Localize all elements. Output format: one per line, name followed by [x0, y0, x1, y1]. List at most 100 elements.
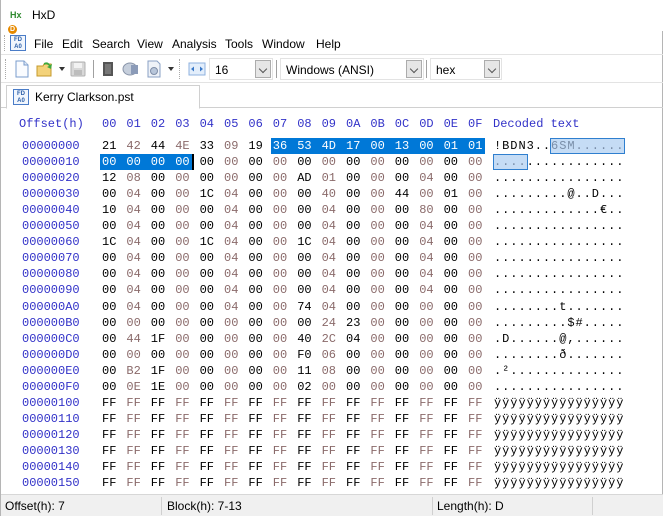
hex-byte[interactable]: 00	[248, 282, 262, 298]
hex-byte[interactable]: 00	[444, 234, 458, 250]
hex-byte[interactable]: FF	[468, 475, 482, 491]
decoded-char[interactable]: .	[584, 282, 591, 298]
decoded-char[interactable]: .	[584, 234, 591, 250]
decoded-char[interactable]: .	[584, 379, 591, 395]
decoded-char[interactable]: .	[551, 202, 558, 218]
hex-byte[interactable]: 44	[395, 186, 409, 202]
hex-byte[interactable]: 1C	[200, 234, 214, 250]
disk-image-icon[interactable]	[145, 60, 163, 78]
hex-byte[interactable]: 04	[419, 266, 433, 282]
decoded-char[interactable]: .	[551, 379, 558, 395]
hex-byte[interactable]: 00	[273, 363, 287, 379]
hex-editor-view[interactable]: Offset(h) Decoded text 00 01 02 03 04 05 06 07 0…	[2, 109, 662, 493]
decoded-char[interactable]: .	[543, 218, 550, 234]
hex-byte[interactable]: 00	[273, 234, 287, 250]
hex-byte[interactable]: 1C	[297, 234, 311, 250]
hex-byte[interactable]: FF	[200, 411, 214, 427]
hex-byte[interactable]: 00	[248, 347, 262, 363]
decoded-char[interactable]: ²	[502, 363, 509, 379]
hex-byte[interactable]: 01	[468, 138, 482, 154]
decoded-char[interactable]: .	[535, 170, 542, 186]
hex-byte[interactable]: 00	[346, 170, 360, 186]
hex-byte[interactable]: 00	[200, 299, 214, 315]
ram-icon[interactable]	[99, 60, 117, 78]
hex-byte[interactable]: 01	[444, 138, 458, 154]
decoded-char[interactable]: .	[559, 379, 566, 395]
hex-byte[interactable]: FF	[224, 443, 238, 459]
decoded-char[interactable]: .	[502, 379, 509, 395]
decoded-char[interactable]: .	[527, 315, 534, 331]
hex-byte[interactable]: 00	[102, 266, 116, 282]
decoded-char[interactable]: ÿ	[616, 427, 623, 443]
hex-byte[interactable]: 00	[322, 154, 336, 170]
decoded-char[interactable]: .	[543, 202, 550, 218]
hex-byte[interactable]: FF	[468, 427, 482, 443]
decoded-char[interactable]: .	[567, 218, 574, 234]
hex-byte[interactable]: 04	[224, 282, 238, 298]
decoded-char[interactable]: .	[551, 363, 558, 379]
decoded-char[interactable]: .	[600, 218, 607, 234]
hex-byte[interactable]: 00	[297, 315, 311, 331]
decoded-char[interactable]: .	[584, 299, 591, 315]
hex-byte[interactable]: 00	[370, 299, 384, 315]
decoded-char[interactable]: ÿ	[616, 475, 623, 491]
hex-byte[interactable]: 4D	[322, 138, 336, 154]
hex-byte[interactable]: FF	[419, 395, 433, 411]
hex-byte[interactable]: FF	[273, 475, 287, 491]
hex-byte[interactable]: 04	[224, 202, 238, 218]
hex-byte[interactable]: 00	[224, 379, 238, 395]
decoded-char[interactable]: .	[535, 379, 542, 395]
decoded-char[interactable]: .	[535, 282, 542, 298]
hex-byte[interactable]: FF	[468, 443, 482, 459]
hex-byte[interactable]: 80	[419, 202, 433, 218]
decoded-char[interactable]: .	[584, 138, 591, 154]
decoded-char[interactable]: .	[510, 315, 517, 331]
hex-byte[interactable]: 00	[468, 234, 482, 250]
hex-byte[interactable]: 04	[419, 282, 433, 298]
hex-byte[interactable]: 00	[200, 250, 214, 266]
hex-byte[interactable]: 00	[468, 186, 482, 202]
hex-byte[interactable]: 00	[102, 315, 116, 331]
charset-select[interactable]: Windows (ANSI)	[280, 58, 424, 80]
hex-byte[interactable]: FF	[248, 411, 262, 427]
decoded-char[interactable]: ÿ	[592, 459, 599, 475]
hex-byte[interactable]: 00	[248, 266, 262, 282]
hex-byte[interactable]: 04	[322, 299, 336, 315]
decoded-char[interactable]: .	[592, 154, 599, 170]
hex-byte[interactable]: FF	[102, 475, 116, 491]
decoded-char[interactable]: .	[543, 363, 550, 379]
hex-byte[interactable]: 00	[224, 347, 238, 363]
hex-byte[interactable]: FF	[370, 443, 384, 459]
decoded-char[interactable]: ÿ	[527, 475, 534, 491]
hex-byte[interactable]: 00	[273, 315, 287, 331]
decoded-char[interactable]: ÿ	[584, 459, 591, 475]
hex-byte[interactable]: FF	[151, 459, 165, 475]
decoded-char[interactable]: ÿ	[527, 411, 534, 427]
hex-byte[interactable]: 00	[200, 315, 214, 331]
hex-byte[interactable]: 00	[151, 202, 165, 218]
decoded-char[interactable]: ÿ	[584, 475, 591, 491]
decoded-char[interactable]: .	[502, 347, 509, 363]
hex-byte[interactable]: 00	[370, 218, 384, 234]
decoded-char[interactable]: ÿ	[559, 411, 566, 427]
decoded-char[interactable]: .	[494, 266, 501, 282]
decoded-char[interactable]: .	[608, 218, 615, 234]
decoded-char[interactable]: .	[592, 299, 599, 315]
decoded-char[interactable]: .	[584, 347, 591, 363]
disk-image-dropdown-arrow[interactable]	[168, 67, 174, 71]
decoded-char[interactable]: ÿ	[535, 475, 542, 491]
decoded-char[interactable]: .	[567, 299, 574, 315]
decoded-char[interactable]: .	[592, 250, 599, 266]
decoded-char[interactable]: D	[502, 331, 509, 347]
decoded-char[interactable]: .	[535, 218, 542, 234]
decoded-char[interactable]: .	[502, 282, 509, 298]
menu-edit[interactable]: Edit	[62, 37, 83, 51]
decoded-char[interactable]: .	[616, 250, 623, 266]
hex-byte[interactable]: FF	[444, 427, 458, 443]
decoded-char[interactable]: .	[543, 170, 550, 186]
hex-byte[interactable]: 00	[200, 282, 214, 298]
decoded-char[interactable]: .	[616, 234, 623, 250]
hex-byte[interactable]: 00	[175, 315, 189, 331]
hex-byte[interactable]: FF	[126, 459, 140, 475]
hex-byte[interactable]: 00	[346, 186, 360, 202]
